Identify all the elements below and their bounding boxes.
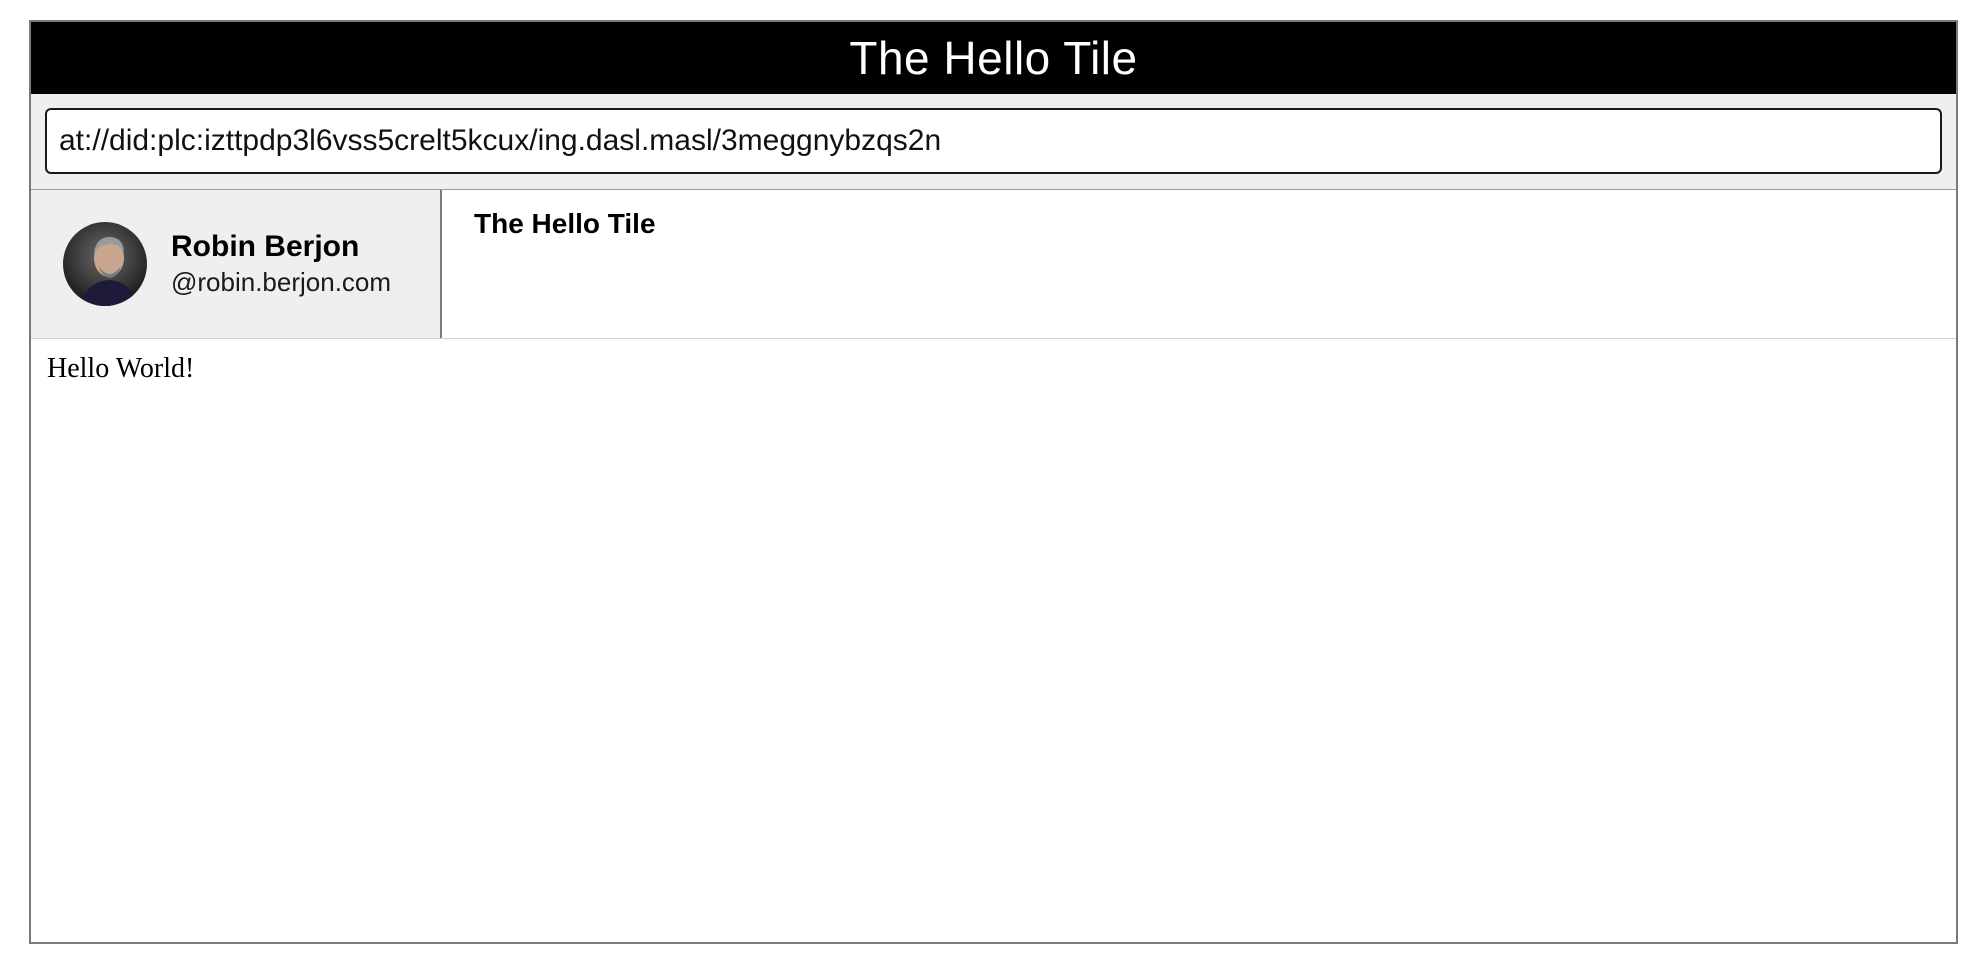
address-bar-row (31, 94, 1956, 190)
tile-content: Hello World! (47, 353, 195, 384)
author-name: Robin Berjon (171, 230, 360, 263)
at-uri-input[interactable] (45, 108, 1942, 174)
user-photo-icon (63, 222, 147, 306)
tile-info: The Hello Tile (442, 190, 1956, 338)
author-details: Robin Berjon @robin.berjon.com (171, 229, 391, 299)
tile-viewer-frame: The Hello Tile at://did:plc:izttpdp3l6vs… (29, 20, 1958, 944)
tile-meta: Robin Berjon @robin.berjon.com The Hello… (31, 190, 1956, 339)
tile-name: The Hello Tile (474, 208, 656, 239)
author-handle[interactable]: @robin.berjon.com (171, 265, 391, 299)
avatar (63, 222, 147, 306)
author-card[interactable]: Robin Berjon @robin.berjon.com (31, 190, 442, 338)
page-title: The Hello Tile (31, 22, 1956, 94)
